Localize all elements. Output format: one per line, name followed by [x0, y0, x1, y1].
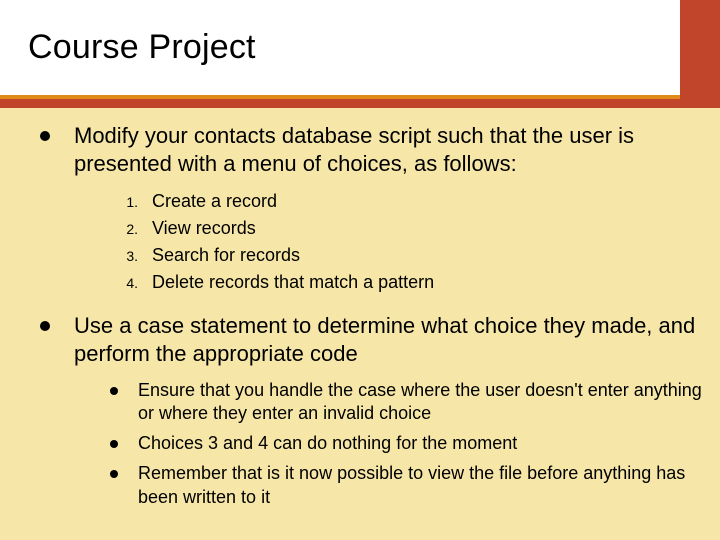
numbered-text: Create a record	[152, 188, 277, 215]
sub-bullet-item: Choices 3 and 4 can do nothing for the m…	[110, 432, 702, 456]
bullet-icon	[110, 440, 118, 448]
bullet-item: Modify your contacts database script suc…	[30, 122, 702, 178]
numbered-item: 4. Delete records that match a pattern	[118, 269, 702, 296]
slide-content: Modify your contacts database script suc…	[30, 122, 702, 515]
numbered-item: 3. Search for records	[118, 242, 702, 269]
sub-bullet-list: Ensure that you handle the case where th…	[110, 379, 702, 510]
numbered-text: Delete records that match a pattern	[152, 269, 434, 296]
sub-bullet-item: Ensure that you handle the case where th…	[110, 379, 702, 427]
header-band: Course Project	[0, 0, 720, 108]
bullet-icon	[110, 387, 118, 395]
sub-bullet-item: Remember that is it now possible to view…	[110, 462, 702, 510]
numbered-text: Search for records	[152, 242, 300, 269]
slide: Course Project Modify your contacts data…	[0, 0, 720, 540]
sub-bullet-text: Remember that is it now possible to view…	[138, 462, 702, 510]
numbered-text: View records	[152, 215, 256, 242]
bullet-icon	[40, 321, 50, 331]
sub-bullet-text: Ensure that you handle the case where th…	[138, 379, 702, 427]
numbered-list: 1. Create a record 2. View records 3. Se…	[118, 188, 702, 296]
numbered-item: 1. Create a record	[118, 188, 702, 215]
number-marker: 3.	[118, 246, 152, 267]
bullet-icon	[40, 131, 50, 141]
bullet-icon	[110, 470, 118, 478]
title-underline	[0, 95, 680, 99]
sub-bullet-text: Choices 3 and 4 can do nothing for the m…	[138, 432, 517, 456]
bullet-text: Use a case statement to determine what c…	[74, 312, 702, 368]
slide-title: Course Project	[0, 28, 256, 67]
number-marker: 4.	[118, 273, 152, 294]
numbered-item: 2. View records	[118, 215, 702, 242]
header-inner: Course Project	[0, 0, 680, 95]
bullet-item: Use a case statement to determine what c…	[30, 312, 702, 368]
number-marker: 2.	[118, 219, 152, 240]
number-marker: 1.	[118, 192, 152, 213]
bullet-text: Modify your contacts database script suc…	[74, 122, 702, 178]
